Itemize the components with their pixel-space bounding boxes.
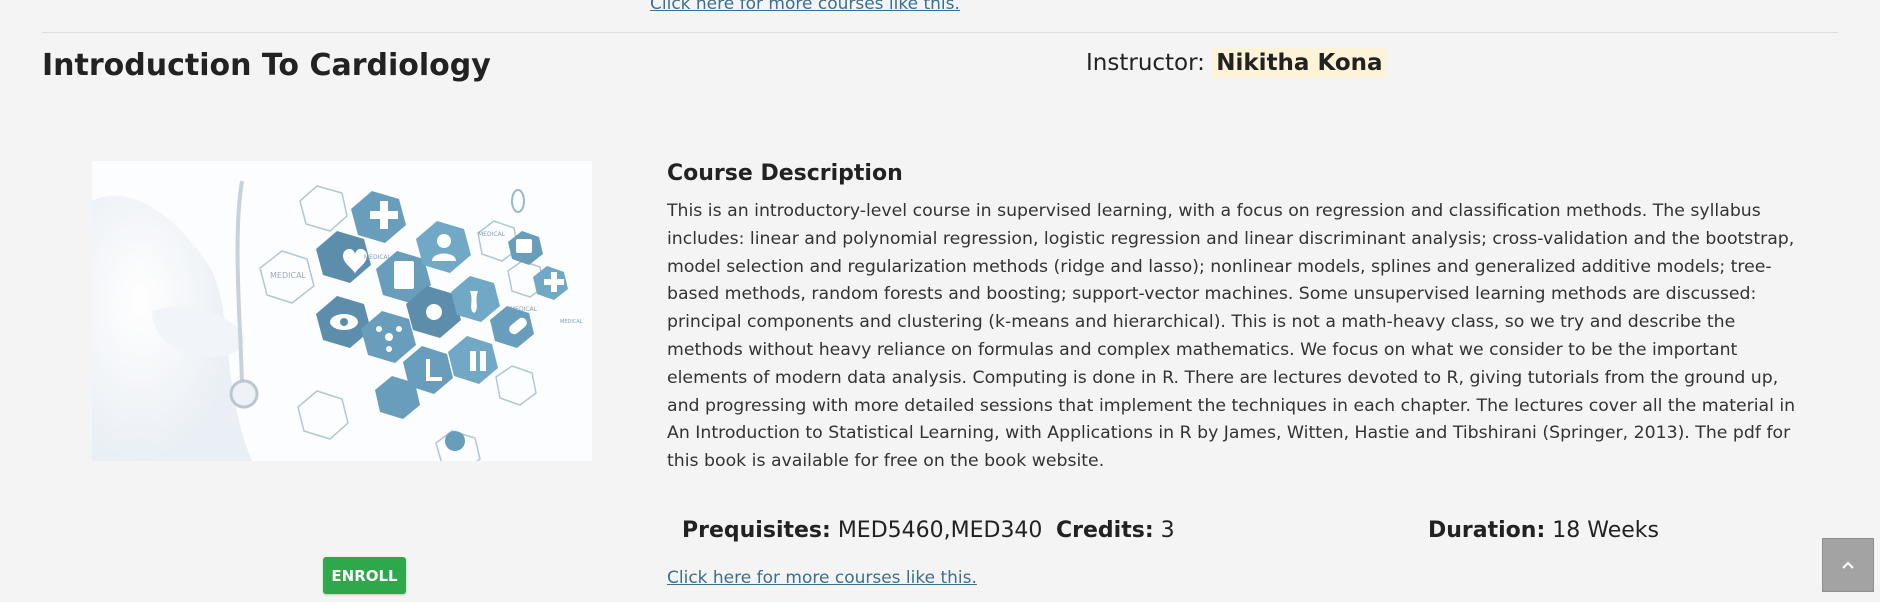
- instructor-label: Instructor:: [1086, 50, 1205, 76]
- enroll-button[interactable]: ENROLL: [323, 557, 406, 594]
- chevron-up-icon: [1842, 561, 1854, 569]
- course-title: Introduction To Cardiology: [42, 48, 491, 83]
- medical-hexagon-illustration: MEDICAL MEDICAL MEDICAL MEDICAL MEDICAL: [92, 161, 592, 461]
- duration-value: 18 Weeks: [1552, 518, 1659, 543]
- scroll-to-top-button[interactable]: [1822, 538, 1874, 592]
- course-description-heading: Course Description: [667, 161, 903, 186]
- prerequisites-value: MED5460,MED340: [837, 518, 1043, 543]
- section-divider: [42, 32, 1838, 33]
- credits-value: 3: [1160, 518, 1175, 543]
- prerequisites: Prequisites: MED5460,MED340: [682, 518, 1042, 543]
- credits: Credits: 3: [1056, 518, 1175, 543]
- duration-label: Duration:: [1428, 518, 1546, 543]
- more-courses-link-bottom[interactable]: Click here for more courses like this.: [667, 568, 977, 588]
- credits-label: Credits:: [1056, 518, 1154, 543]
- duration: Duration: 18 Weeks: [1428, 518, 1659, 543]
- instructor-info: Instructor: Nikitha Kona: [1086, 48, 1387, 78]
- course-description-text: This is an introductory-level course in …: [667, 201, 1796, 472]
- more-courses-link-top[interactable]: Click here for more courses like this.: [650, 0, 960, 14]
- prerequisites-label: Prequisites:: [682, 518, 831, 543]
- instructor-name: Nikitha Kona: [1212, 48, 1387, 78]
- course-image: MEDICAL MEDICAL MEDICAL MEDICAL MEDICAL: [92, 161, 592, 461]
